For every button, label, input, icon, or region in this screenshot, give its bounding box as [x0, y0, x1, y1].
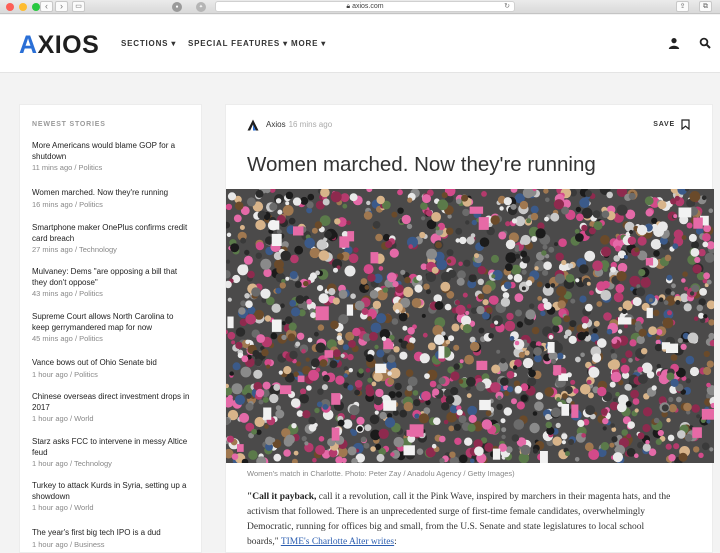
story-item[interactable]: Vance bows out of Ohio Senate bid 1 hour…	[32, 358, 192, 380]
zoom-window-button[interactable]	[32, 3, 40, 11]
save-button[interactable]: SAVE	[653, 119, 690, 130]
nav-sections[interactable]: SECTIONS ▾	[121, 39, 176, 48]
story-title[interactable]: Supreme Court allows North Carolina to k…	[32, 312, 192, 333]
story-item[interactable]: Supreme Court allows North Carolina to k…	[32, 312, 192, 344]
story-item[interactable]: The year's first big tech IPO is a dud 1…	[32, 528, 192, 550]
window-controls	[6, 3, 40, 11]
story-title[interactable]: Turkey to attack Kurds in Syria, setting…	[32, 481, 192, 502]
article-time: 16 mins ago	[288, 120, 333, 129]
story-title[interactable]: Mulvaney: Dems "are opposing a bill that…	[32, 267, 192, 288]
nav-more-label: MORE	[291, 39, 319, 48]
chevron-down-icon: ▾	[171, 39, 177, 48]
story-meta: 27 mins ago / Technology	[32, 245, 117, 254]
story-item[interactable]: Starz asks FCC to intervene in messy Alt…	[32, 437, 192, 469]
story-meta: 16 mins ago / Politics	[32, 199, 103, 209]
story-meta: 1 hour ago / Politics	[32, 369, 98, 379]
article-body: "Call it payback, call it a revolution, …	[247, 490, 677, 550]
reload-icon[interactable]: ↻	[504, 2, 510, 11]
story-meta: 1 hour ago / Technology	[32, 459, 112, 468]
close-window-button[interactable]	[6, 3, 14, 11]
story-meta: 43 mins ago / Politics	[32, 289, 103, 298]
story-item[interactable]: More Americans would blame GOP for a shu…	[32, 141, 192, 173]
address-text: axios.com	[352, 3, 384, 10]
story-item[interactable]: Turkey to attack Kurds in Syria, setting…	[32, 481, 192, 513]
browser-forward-button[interactable]: ›	[55, 1, 68, 12]
body-link[interactable]: TIME's Charlotte Alter writes	[281, 537, 394, 547]
chevron-down-icon: ▾	[321, 39, 327, 48]
article-byline: Axios 16 mins ago	[266, 120, 332, 129]
nav-sections-label: SECTIONS	[121, 39, 169, 48]
story-title[interactable]: Smartphone maker OnePlus confirms credit…	[32, 223, 192, 244]
nav-special-features[interactable]: SPECIAL FEATURES ▾	[188, 39, 288, 48]
story-item[interactable]: Chinese overseas direct investment drops…	[32, 392, 192, 424]
tabs-icon[interactable]: ⧉	[699, 1, 712, 12]
user-account-icon[interactable]	[668, 37, 680, 49]
search-icon[interactable]	[699, 37, 711, 49]
story-item[interactable]: Smartphone maker OnePlus confirms credit…	[32, 223, 192, 255]
nav-special-features-label: SPECIAL FEATURES	[188, 39, 281, 48]
story-meta: 45 mins ago / Politics	[32, 334, 103, 343]
site-header: AXIOS SECTIONS ▾ SPECIAL FEATURES ▾ MORE…	[0, 15, 720, 73]
share-icon[interactable]: ⇪	[676, 1, 689, 12]
privacy-icon[interactable]: ●	[172, 2, 182, 12]
story-meta: 11 mins ago / Politics	[32, 163, 103, 172]
body-lead: "Call it payback,	[247, 492, 317, 502]
address-bar[interactable]: 🔒︎ axios.com ↻	[215, 1, 515, 12]
axios-logo[interactable]: AXIOS	[19, 31, 99, 60]
story-title[interactable]: Chinese overseas direct investment drops…	[32, 392, 192, 413]
sidebar-toggle-icon[interactable]: ▭	[72, 1, 85, 12]
reader-icon[interactable]: ✦	[196, 2, 206, 12]
axios-mark-icon	[247, 119, 259, 131]
author-name[interactable]: Axios	[266, 120, 286, 129]
save-label: SAVE	[653, 121, 675, 128]
story-title[interactable]: Women marched. Now they're running	[32, 188, 192, 199]
story-title[interactable]: Starz asks FCC to intervene in messy Alt…	[32, 437, 192, 458]
story-title[interactable]: The year's first big tech IPO is a dud	[32, 528, 192, 539]
newest-stories-panel: NEWEST STORIES More Americans would blam…	[19, 104, 202, 553]
photo-caption: Women's match in Charlotte. Photo: Peter…	[247, 469, 515, 478]
minimize-window-button[interactable]	[19, 3, 27, 11]
logo-text: XIOS	[37, 31, 100, 59]
logo-letter: A	[19, 31, 38, 59]
story-meta: 1 hour ago / World	[32, 414, 94, 423]
chevron-down-icon: ▾	[283, 39, 288, 48]
lock-icon: 🔒︎	[346, 3, 351, 10]
article-card: Axios 16 mins ago SAVE Women marched. Now…	[225, 104, 714, 553]
newest-stories-heading: NEWEST STORIES	[32, 121, 106, 128]
article-headline: Women marched. Now they're running	[247, 153, 596, 176]
bookmark-icon	[681, 119, 690, 130]
story-title[interactable]: More Americans would blame GOP for a shu…	[32, 141, 192, 162]
story-title[interactable]: Vance bows out of Ohio Senate bid	[32, 358, 192, 369]
browser-back-button[interactable]: ‹	[40, 1, 53, 12]
browser-toolbar: ‹ › ▭ ● ✦ 🔒︎ axios.com ↻ ⇪ ⧉	[0, 0, 720, 14]
body-end: :	[394, 537, 397, 547]
story-item[interactable]: Women marched. Now they're running 16 mi…	[32, 188, 192, 210]
crowd-photo	[226, 189, 714, 463]
nav-more[interactable]: MORE ▾	[291, 39, 326, 48]
story-meta: 1 hour ago / Business	[32, 539, 105, 549]
story-meta: 1 hour ago / World	[32, 503, 94, 512]
story-item[interactable]: Mulvaney: Dems "are opposing a bill that…	[32, 267, 192, 299]
